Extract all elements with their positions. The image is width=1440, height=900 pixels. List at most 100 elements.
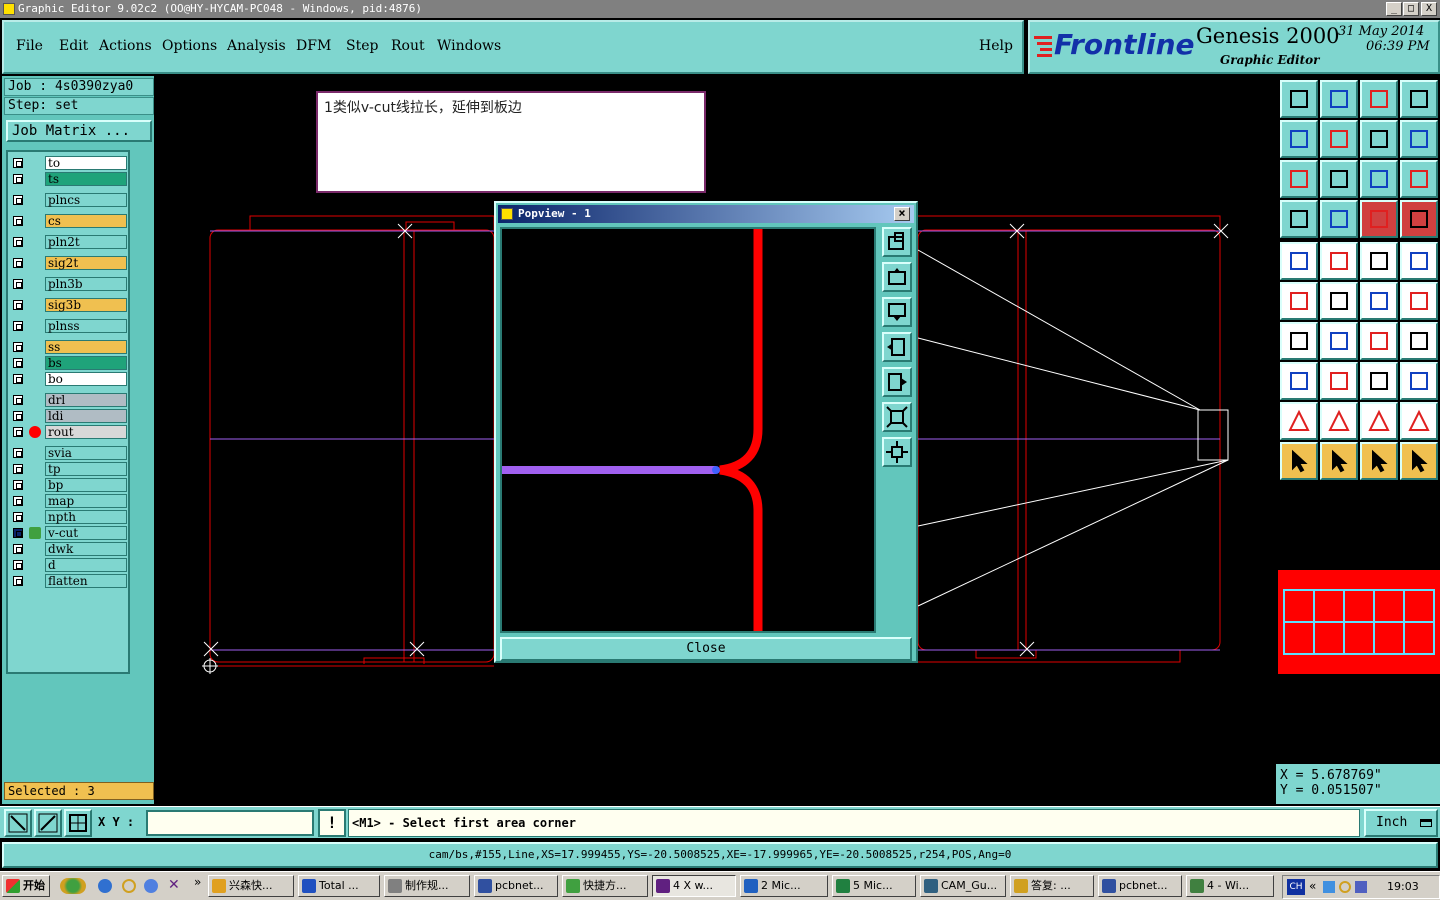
layer-checkbox[interactable]	[13, 342, 23, 352]
layer-checkbox[interactable]	[13, 496, 23, 506]
popview-zoom-in-button[interactable]	[882, 437, 912, 467]
popview-close-x-icon[interactable]: ×	[894, 207, 910, 221]
layer-checkbox[interactable]	[13, 258, 23, 268]
nodes-icon[interactable]	[1280, 282, 1318, 320]
line-icon[interactable]	[1320, 322, 1358, 360]
layer-name[interactable]: sig2t	[45, 256, 127, 270]
browser-icon[interactable]	[144, 879, 158, 893]
menu-rout[interactable]: Rout	[391, 38, 425, 54]
layer-checkbox[interactable]	[13, 464, 23, 474]
popview-canvas[interactable]	[500, 227, 876, 633]
home-icon[interactable]	[1360, 80, 1398, 118]
open-job-icon[interactable]	[1280, 80, 1318, 118]
menu-edit[interactable]: Edit	[59, 38, 88, 54]
triangle-alt-icon[interactable]	[1320, 402, 1358, 440]
close-window-button[interactable]: X	[1421, 2, 1437, 16]
layer-row-map[interactable]: map	[11, 494, 129, 508]
triangle-bold-icon[interactable]	[1360, 402, 1398, 440]
taskbar-item-10[interactable]: pcbnet...	[1098, 875, 1182, 897]
menu-step[interactable]: Step	[346, 38, 378, 54]
ruler-icon[interactable]	[1360, 242, 1398, 280]
layer-checkbox[interactable]	[13, 480, 23, 490]
layer-name[interactable]: dwk	[45, 542, 127, 556]
layer-row-plnss[interactable]: plnss	[11, 319, 129, 333]
save-icon[interactable]	[1320, 80, 1358, 118]
layer-row-bs[interactable]: bs	[11, 356, 129, 370]
layer-row-ss[interactable]: ss	[11, 340, 129, 354]
triangle-red-icon[interactable]	[1400, 402, 1438, 440]
layer-name[interactable]: plnss	[45, 319, 127, 333]
layer-checkbox[interactable]	[13, 395, 23, 405]
taskbar-item-3[interactable]: pcbnet...	[474, 875, 558, 897]
layer-checkbox[interactable]	[13, 300, 23, 310]
popview-pan-down-button[interactable]	[882, 297, 912, 327]
layer-checkbox[interactable]	[13, 237, 23, 247]
taskbar-item-0[interactable]: 兴森快...	[208, 875, 294, 897]
layer-row-bo[interactable]: bo	[11, 372, 129, 386]
layer-row-bp[interactable]: bp	[11, 478, 129, 492]
layer-row-tp[interactable]: tp	[11, 462, 129, 476]
layer-row-d[interactable]: d	[11, 558, 129, 572]
start-button[interactable]: 开始	[2, 875, 50, 897]
layer-checkbox[interactable]	[13, 448, 23, 458]
layer-row-ldi[interactable]: ldi	[11, 409, 129, 423]
layer-name[interactable]: sig3b	[45, 298, 127, 312]
menu-file[interactable]: File	[16, 38, 43, 54]
board-overview-map[interactable]	[1278, 570, 1440, 674]
layer-row-pln2t[interactable]: pln2t	[11, 235, 129, 249]
taskbar-item-7[interactable]: 5 Mic...	[832, 875, 916, 897]
popview-zoom-out-button[interactable]	[882, 402, 912, 432]
menu-actions[interactable]: Actions	[99, 38, 152, 54]
menu-help[interactable]: Help	[979, 38, 1013, 54]
help-icon[interactable]	[1400, 160, 1438, 198]
taskbar-item-11[interactable]: 4 - Wi...	[1186, 875, 1274, 897]
pad-icon[interactable]	[1400, 242, 1438, 280]
arc-icon[interactable]	[1360, 322, 1398, 360]
grid-icon[interactable]	[1320, 200, 1358, 238]
taskbar-item-6[interactable]: 2 Mic...	[740, 875, 828, 897]
pan-right-icon[interactable]	[1320, 120, 1358, 158]
tray-network-icon[interactable]	[1323, 881, 1335, 893]
layer-name[interactable]: pln3b	[45, 277, 127, 291]
layer-checkbox[interactable]	[13, 174, 23, 184]
quicklaunch-icon-1[interactable]	[60, 878, 86, 894]
layer-row-plncs[interactable]: plncs	[11, 193, 129, 207]
layer-name[interactable]: flatten	[45, 574, 127, 588]
genesis-icon[interactable]: ✕	[168, 877, 180, 893]
dimension-icon[interactable]	[1360, 362, 1398, 400]
route-icon[interactable]	[1400, 442, 1438, 480]
layer-name[interactable]: pln2t	[45, 235, 127, 249]
menu-analysis[interactable]: Analysis	[227, 38, 286, 54]
layer-checkbox[interactable]	[13, 427, 23, 437]
layer-name[interactable]: npth	[45, 510, 127, 524]
layer-row-svia[interactable]: svia	[11, 446, 129, 460]
layer-name[interactable]: ldi	[45, 409, 127, 423]
layer-row-rout[interactable]: rout	[11, 425, 129, 439]
move-icon[interactable]	[1280, 362, 1318, 400]
layer-name[interactable]: d	[45, 558, 127, 572]
more-icon[interactable]: »	[194, 875, 201, 889]
layer-checkbox[interactable]	[13, 560, 23, 570]
layer-checkbox[interactable]	[13, 321, 23, 331]
popview-title-bar[interactable]: Popview - 1 ×	[498, 205, 914, 223]
minimize-button[interactable]: _	[1386, 2, 1402, 16]
scale-1-2-icon[interactable]	[1360, 160, 1398, 198]
layer-name[interactable]: svia	[45, 446, 127, 460]
tray-clock-icon[interactable]	[1339, 881, 1351, 893]
layout-icon[interactable]	[1400, 80, 1438, 118]
layer-checkbox[interactable]	[13, 279, 23, 289]
menu-dfm[interactable]: DFM	[296, 38, 331, 54]
layer-checkbox[interactable]	[13, 158, 23, 168]
note-textbox[interactable]: 1类似v-cut线拉长，延伸到板边	[316, 91, 706, 193]
zoom-home-icon[interactable]	[1320, 160, 1358, 198]
layer-checkbox[interactable]	[13, 512, 23, 522]
layer-row-npth[interactable]: npth	[11, 510, 129, 524]
layer-checkbox[interactable]	[13, 216, 23, 226]
layer-name[interactable]: plncs	[45, 193, 127, 207]
popview-pan-right-button[interactable]	[882, 367, 912, 397]
menu-windows[interactable]: Windows	[437, 38, 501, 54]
alert-icon[interactable]: !	[318, 809, 346, 837]
pointer-icon[interactable]	[1280, 442, 1318, 480]
add-feature-icon[interactable]	[1280, 242, 1318, 280]
layer-checkbox[interactable]	[13, 576, 23, 586]
